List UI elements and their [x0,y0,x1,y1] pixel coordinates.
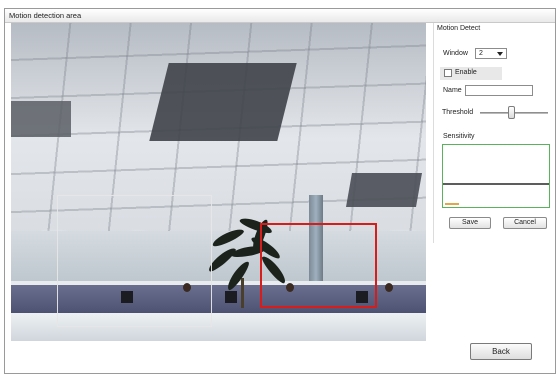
threshold-label: Threshold [442,109,474,116]
threshold-slider-thumb[interactable] [507,106,515,119]
ceiling-panel [11,101,71,137]
name-input[interactable] [465,85,533,96]
sensitivity-threshold-line [443,183,549,185]
sensitivity-label: Sensitivity [443,133,475,140]
window-title: Motion detection area [9,11,82,20]
ceiling-panel [149,63,297,141]
motion-detection-window: Motion detection area Motion Detect Wind… [4,8,556,374]
ceiling-panel [346,173,422,207]
detection-region-active[interactable] [260,223,377,308]
enable-checkbox[interactable] [444,69,452,77]
window-label: Window [443,50,468,57]
camera-view[interactable] [11,23,426,341]
detection-region-inactive[interactable] [57,195,212,327]
sensitivity-level-bar [445,203,459,205]
name-label: Name [443,87,462,94]
save-button[interactable]: Save [449,217,491,229]
title-bar: Motion detection area [5,9,555,23]
person-head [385,283,393,292]
sensitivity-graph [442,144,550,208]
motion-detect-panel: Motion Detect Window 2 Enable Name Thres… [433,23,555,243]
cancel-button[interactable]: Cancel [503,217,547,229]
window-select[interactable]: 2 [475,48,507,59]
enable-label: Enable [455,69,477,76]
enable-row[interactable]: Enable [440,67,502,80]
panel-title: Motion Detect [437,25,481,32]
chevron-down-icon [497,52,503,56]
back-button[interactable]: Back [470,343,532,360]
window-select-value: 2 [479,50,483,57]
